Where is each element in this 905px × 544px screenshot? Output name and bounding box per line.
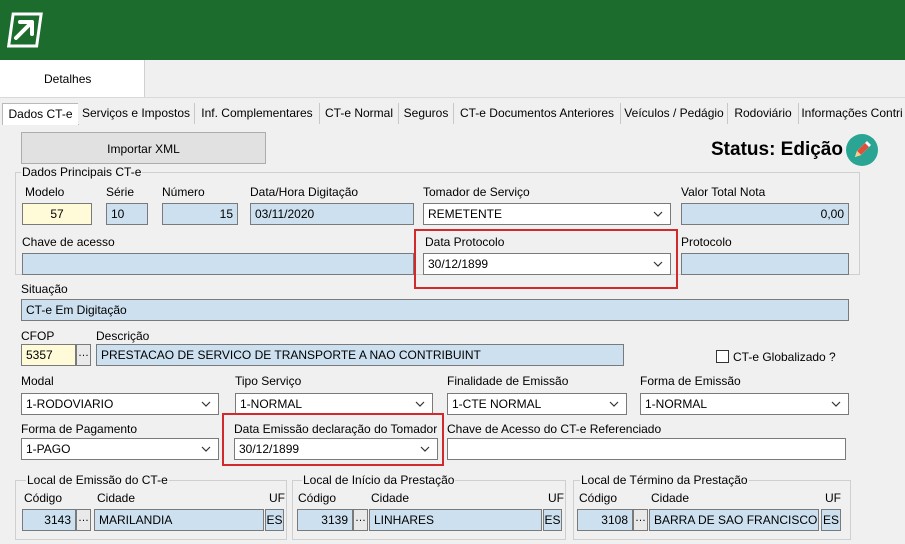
local-emissao-uf-label: UF [269, 491, 285, 505]
local-emissao-cidade-field[interactable]: MARILANDIA [94, 509, 264, 531]
situacao-label: Situação [21, 282, 68, 296]
local-termino-codigo-field[interactable]: 3108 [577, 509, 633, 531]
tipo-servico-select[interactable]: 1-NORMAL [235, 393, 433, 415]
tab-inf-complementares[interactable]: Inf. Complementares [195, 103, 320, 124]
data-digitacao-label: Data/Hora Digitação [250, 185, 359, 199]
app-header-bar [0, 0, 905, 60]
tab-informacoes-contribuinte[interactable]: Informações Contri [799, 103, 905, 124]
forma-pagamento-select[interactable]: 1-PAGO [21, 438, 219, 460]
modelo-field[interactable]: 57 [22, 203, 92, 225]
highlight-data-protocolo [414, 229, 678, 289]
chave-acesso-label: Chave de acesso [22, 235, 115, 249]
data-digitacao-field[interactable]: 03/11/2020 [250, 203, 414, 225]
chave-acesso-field[interactable] [22, 253, 414, 275]
serie-label: Série [106, 185, 135, 199]
tab-servicos-impostos[interactable]: Serviços e Impostos [78, 103, 195, 124]
chevron-down-icon [653, 211, 663, 217]
local-inicio-lookup-button[interactable]: … [353, 509, 368, 531]
numero-label: Número [162, 185, 205, 199]
modal-label: Modal [21, 374, 54, 388]
local-emissao-uf-field[interactable]: ES [265, 509, 284, 531]
status-label: Status: Edição [711, 139, 843, 160]
modal-select[interactable]: 1-RODOVIARIO [21, 393, 219, 415]
valor-total-field[interactable]: 0,00 [681, 203, 849, 225]
local-inicio-cidade-field[interactable]: LINHARES [369, 509, 542, 531]
tab-cte-documentos-anteriores[interactable]: CT-e Documentos Anteriores [454, 103, 621, 124]
local-emissao-codigo-label: Código [24, 491, 63, 505]
chevron-down-icon [609, 401, 619, 407]
modal-value: 1-RODOVIARIO [26, 397, 114, 411]
tab-bar: Dados CT-e Serviços e Impostos Inf. Comp… [0, 103, 905, 127]
local-inicio-uf-field[interactable]: ES [543, 509, 562, 531]
forma-pagamento-label: Forma de Pagamento [21, 422, 138, 436]
cte-globalizado-label: CT-e Globalizado ? [733, 350, 836, 364]
local-emissao-codigo-field[interactable]: 3143 [22, 509, 76, 531]
cte-globalizado-checkbox[interactable] [716, 350, 729, 363]
chevron-down-icon [201, 446, 211, 452]
app-logo-icon [6, 12, 43, 48]
tomador-label: Tomador de Serviço [423, 185, 530, 199]
dados-principais-label: Dados Principais CT-e [21, 165, 143, 179]
local-termino-title: Local de Término da Prestação [580, 473, 749, 487]
descricao-field[interactable]: PRESTACAO DE SERVICO DE TRANSPORTE A NAO… [96, 344, 624, 366]
situacao-field[interactable]: CT-e Em Digitação [21, 299, 849, 321]
tab-veiculos-pedagio[interactable]: Veículos / Pedágio [621, 103, 728, 124]
tomador-select[interactable]: REMETENTE [423, 203, 671, 225]
tab-detalhes-label: Detalhes [44, 72, 92, 86]
tipo-servico-value: 1-NORMAL [240, 397, 303, 411]
tab-cte-normal[interactable]: CT-e Normal [320, 103, 399, 124]
valor-total-label: Valor Total Nota [681, 185, 766, 199]
local-termino-cidade-label: Cidade [651, 491, 690, 505]
local-termino-uf-label: UF [825, 491, 841, 505]
tab-seguros[interactable]: Seguros [399, 103, 454, 124]
highlight-data-emissao-tomador [222, 413, 444, 466]
chevron-down-icon [415, 401, 425, 407]
forma-emissao-value: 1-NORMAL [645, 397, 708, 411]
local-inicio-uf-label: UF [548, 491, 564, 505]
finalidade-select[interactable]: 1-CTE NORMAL [447, 393, 627, 415]
local-inicio-codigo-field[interactable]: 3139 [297, 509, 353, 531]
chevron-down-icon [831, 401, 841, 407]
local-termino-cidade-field[interactable]: BARRA DE SAO FRANCISCO [649, 509, 819, 531]
finalidade-label: Finalidade de Emissão [447, 374, 569, 388]
cfop-lookup-button[interactable]: … [76, 344, 91, 366]
edit-status-icon [846, 134, 878, 166]
chave-referenciado-field[interactable] [447, 438, 846, 460]
local-termino-codigo-label: Código [579, 491, 618, 505]
cfop-field[interactable]: 5357 [21, 344, 76, 366]
modelo-label: Modelo [25, 185, 65, 199]
local-emissao-title: Local de Emissão do CT-e [26, 473, 169, 487]
chave-referenciado-label: Chave de Acesso do CT-e Referenciado [447, 422, 662, 436]
tipo-servico-label: Tipo Serviço [235, 374, 302, 388]
local-termino-uf-field[interactable]: ES [821, 509, 841, 531]
forma-emissao-label: Forma de Emissão [640, 374, 741, 388]
cfop-label: CFOP [21, 329, 55, 343]
local-emissao-cidade-label: Cidade [97, 491, 136, 505]
tab-rodoviario[interactable]: Rodoviário [728, 103, 799, 124]
tomador-value: REMETENTE [428, 207, 503, 221]
forma-pagamento-value: 1-PAGO [26, 442, 71, 456]
numero-field[interactable]: 15 [162, 203, 238, 225]
finalidade-value: 1-CTE NORMAL [452, 397, 542, 411]
descricao-label: Descrição [96, 329, 150, 343]
local-inicio-title: Local de Início da Prestação [302, 473, 456, 487]
local-termino-lookup-button[interactable]: … [633, 509, 648, 531]
protocolo-label: Protocolo [681, 235, 732, 249]
tab-dados-cte[interactable]: Dados CT-e [2, 103, 79, 127]
serie-field[interactable]: 10 [106, 203, 148, 225]
chevron-down-icon [201, 401, 211, 407]
forma-emissao-select[interactable]: 1-NORMAL [640, 393, 849, 415]
import-xml-button[interactable]: Importar XML [21, 132, 266, 164]
protocolo-field[interactable] [681, 253, 849, 275]
local-inicio-cidade-label: Cidade [371, 491, 410, 505]
tab-detalhes[interactable]: Detalhes [0, 60, 145, 97]
local-inicio-codigo-label: Código [298, 491, 337, 505]
local-emissao-lookup-button[interactable]: … [76, 509, 91, 531]
